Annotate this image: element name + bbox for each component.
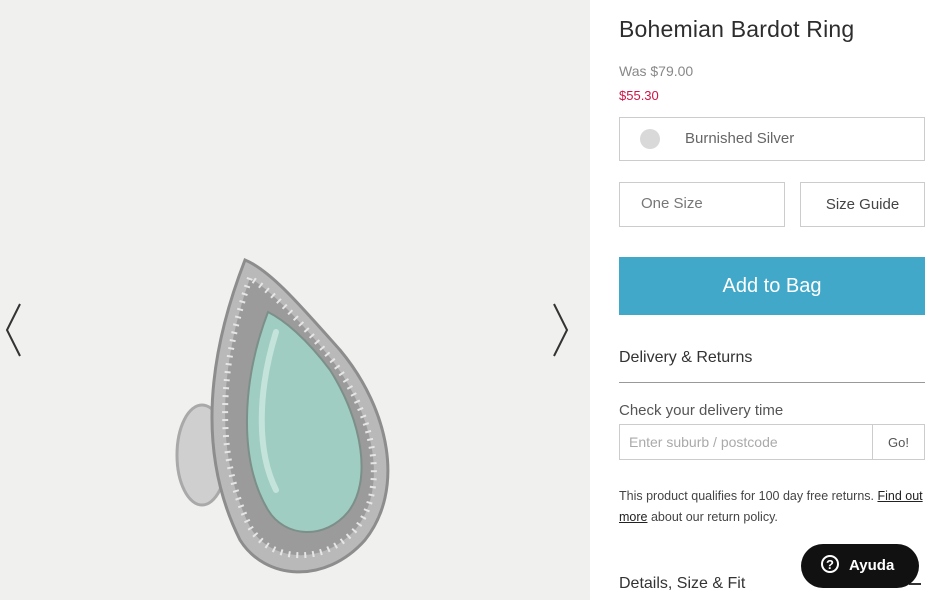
go-button[interactable]: Go! [873,424,925,460]
delivery-returns-heading[interactable]: Delivery & Returns [619,349,752,367]
delivery-check-label: Check your delivery time [619,402,784,419]
ring-product-image [175,258,390,574]
question-circle-icon: ? [821,555,839,573]
returns-text-start: This product qualifies for 100 day free … [619,489,878,503]
returns-policy-text: This product qualifies for 100 day free … [619,486,925,528]
color-swatch [640,129,660,149]
product-title: Bohemian Bardot Ring [619,16,855,42]
returns-text-end: about our return policy. [647,510,778,524]
divider [619,382,925,383]
color-select-value: Burnished Silver [685,130,795,147]
size-guide-label: Size Guide [825,196,900,213]
product-image-gallery [0,0,590,600]
postcode-input[interactable] [619,424,873,460]
help-button[interactable]: ? Ayuda [801,544,919,588]
color-select[interactable]: Burnished Silver [619,117,925,161]
chevron-right-icon[interactable] [548,300,572,360]
size-select-value: One Size [641,195,703,212]
add-to-bag-button[interactable]: Add to Bag [619,257,925,315]
chevron-left-icon[interactable] [2,300,26,360]
size-guide-button[interactable]: Size Guide [800,182,925,227]
size-select[interactable]: One Size [619,182,785,227]
sale-price: $55.30 [619,88,659,103]
collapse-icon[interactable] [909,583,921,585]
help-label: Ayuda [849,557,895,574]
details-size-fit-heading[interactable]: Details, Size & Fit [619,575,745,593]
previous-price: Was $79.00 [619,63,694,79]
